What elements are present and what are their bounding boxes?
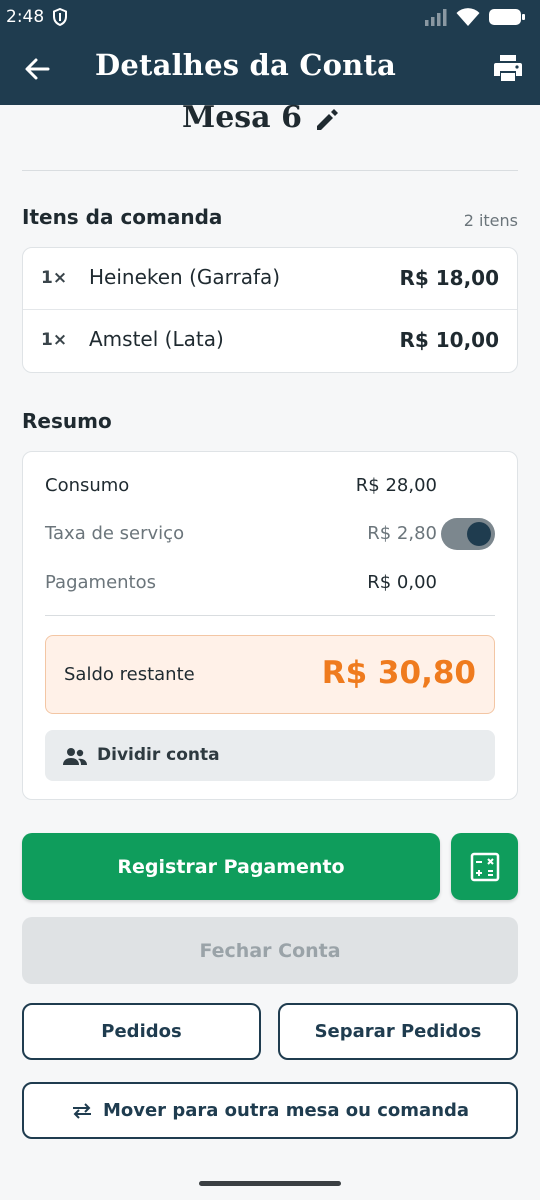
items-list: 1× Heineken (Garrafa) R$ 18,00 1× Amstel… — [22, 247, 518, 373]
saldo-label: Saldo restante — [64, 664, 195, 685]
summary-divider — [45, 615, 495, 616]
move-table-label: Mover para outra mesa ou comanda — [102, 1100, 470, 1121]
shield-icon — [53, 8, 68, 26]
items-section-title: Itens da comanda — [22, 205, 223, 229]
edit-pencil-icon[interactable] — [314, 107, 340, 133]
item-price: R$ 18,00 — [399, 266, 499, 290]
page-title: Detalhes da Conta — [95, 48, 397, 82]
close-bill-button[interactable]: Fechar Conta — [22, 917, 518, 984]
item-price: R$ 10,00 — [399, 328, 499, 352]
item-quantity: 1× — [41, 268, 68, 288]
move-table-button[interactable]: Mover para outra mesa ou comanda — [22, 1082, 518, 1139]
home-indicator[interactable] — [199, 1181, 341, 1186]
toggle-knob — [467, 522, 491, 546]
taxa-value: R$ 2,80 — [367, 523, 437, 544]
taxa-label: Taxa de serviço — [45, 523, 185, 544]
split-orders-button[interactable]: Separar Pedidos — [278, 1003, 518, 1060]
consumo-value: R$ 28,00 — [355, 475, 437, 496]
status-time: 2:48 — [6, 7, 45, 27]
calculator-button[interactable] — [451, 833, 518, 900]
battery-icon — [489, 9, 525, 25]
consumo-row: Consumo R$ 28,00 — [45, 471, 495, 501]
app-bar: Detalhes da Conta — [0, 34, 540, 105]
calculator-icon — [470, 852, 499, 881]
wifi-icon — [456, 8, 480, 26]
status-bar: 2:48 — [0, 0, 540, 34]
service-fee-toggle[interactable] — [441, 518, 495, 550]
list-item[interactable]: 1× Amstel (Lata) R$ 10,00 — [23, 310, 517, 372]
swap-arrows-icon — [72, 1102, 91, 1119]
cell-signal-icon — [425, 9, 447, 26]
item-name: Heineken (Garrafa) — [89, 265, 281, 289]
taxa-row: Taxa de serviço R$ 2,80 — [45, 518, 495, 550]
back-arrow-icon[interactable] — [22, 54, 52, 84]
table-name: Mesa 6 — [182, 100, 302, 135]
items-count: 2 itens — [463, 211, 518, 230]
print-icon[interactable] — [492, 52, 524, 84]
saldo-box: Saldo restante R$ 30,80 — [45, 635, 495, 714]
divider — [22, 170, 518, 171]
pagamentos-label: Pagamentos — [45, 572, 156, 593]
item-quantity: 1× — [41, 330, 68, 350]
list-item[interactable]: 1× Heineken (Garrafa) R$ 18,00 — [23, 248, 517, 310]
consumo-label: Consumo — [45, 475, 130, 496]
saldo-value: R$ 30,80 — [321, 655, 476, 691]
pagamentos-value: R$ 0,00 — [367, 572, 437, 593]
split-bill-button[interactable]: Dividir conta — [45, 730, 495, 781]
pagamentos-row: Pagamentos R$ 0,00 — [45, 568, 495, 598]
orders-button[interactable]: Pedidos — [22, 1003, 261, 1060]
item-name: Amstel (Lata) — [89, 327, 224, 351]
split-bill-label: Dividir conta — [97, 745, 220, 765]
summary-card: Consumo R$ 28,00 Taxa de serviço R$ 2,80… — [22, 451, 518, 800]
register-payment-button[interactable]: Registrar Pagamento — [22, 833, 440, 900]
people-icon — [63, 748, 87, 765]
table-header: Mesa 6 — [0, 100, 540, 140]
summary-section-title: Resumo — [22, 409, 112, 433]
